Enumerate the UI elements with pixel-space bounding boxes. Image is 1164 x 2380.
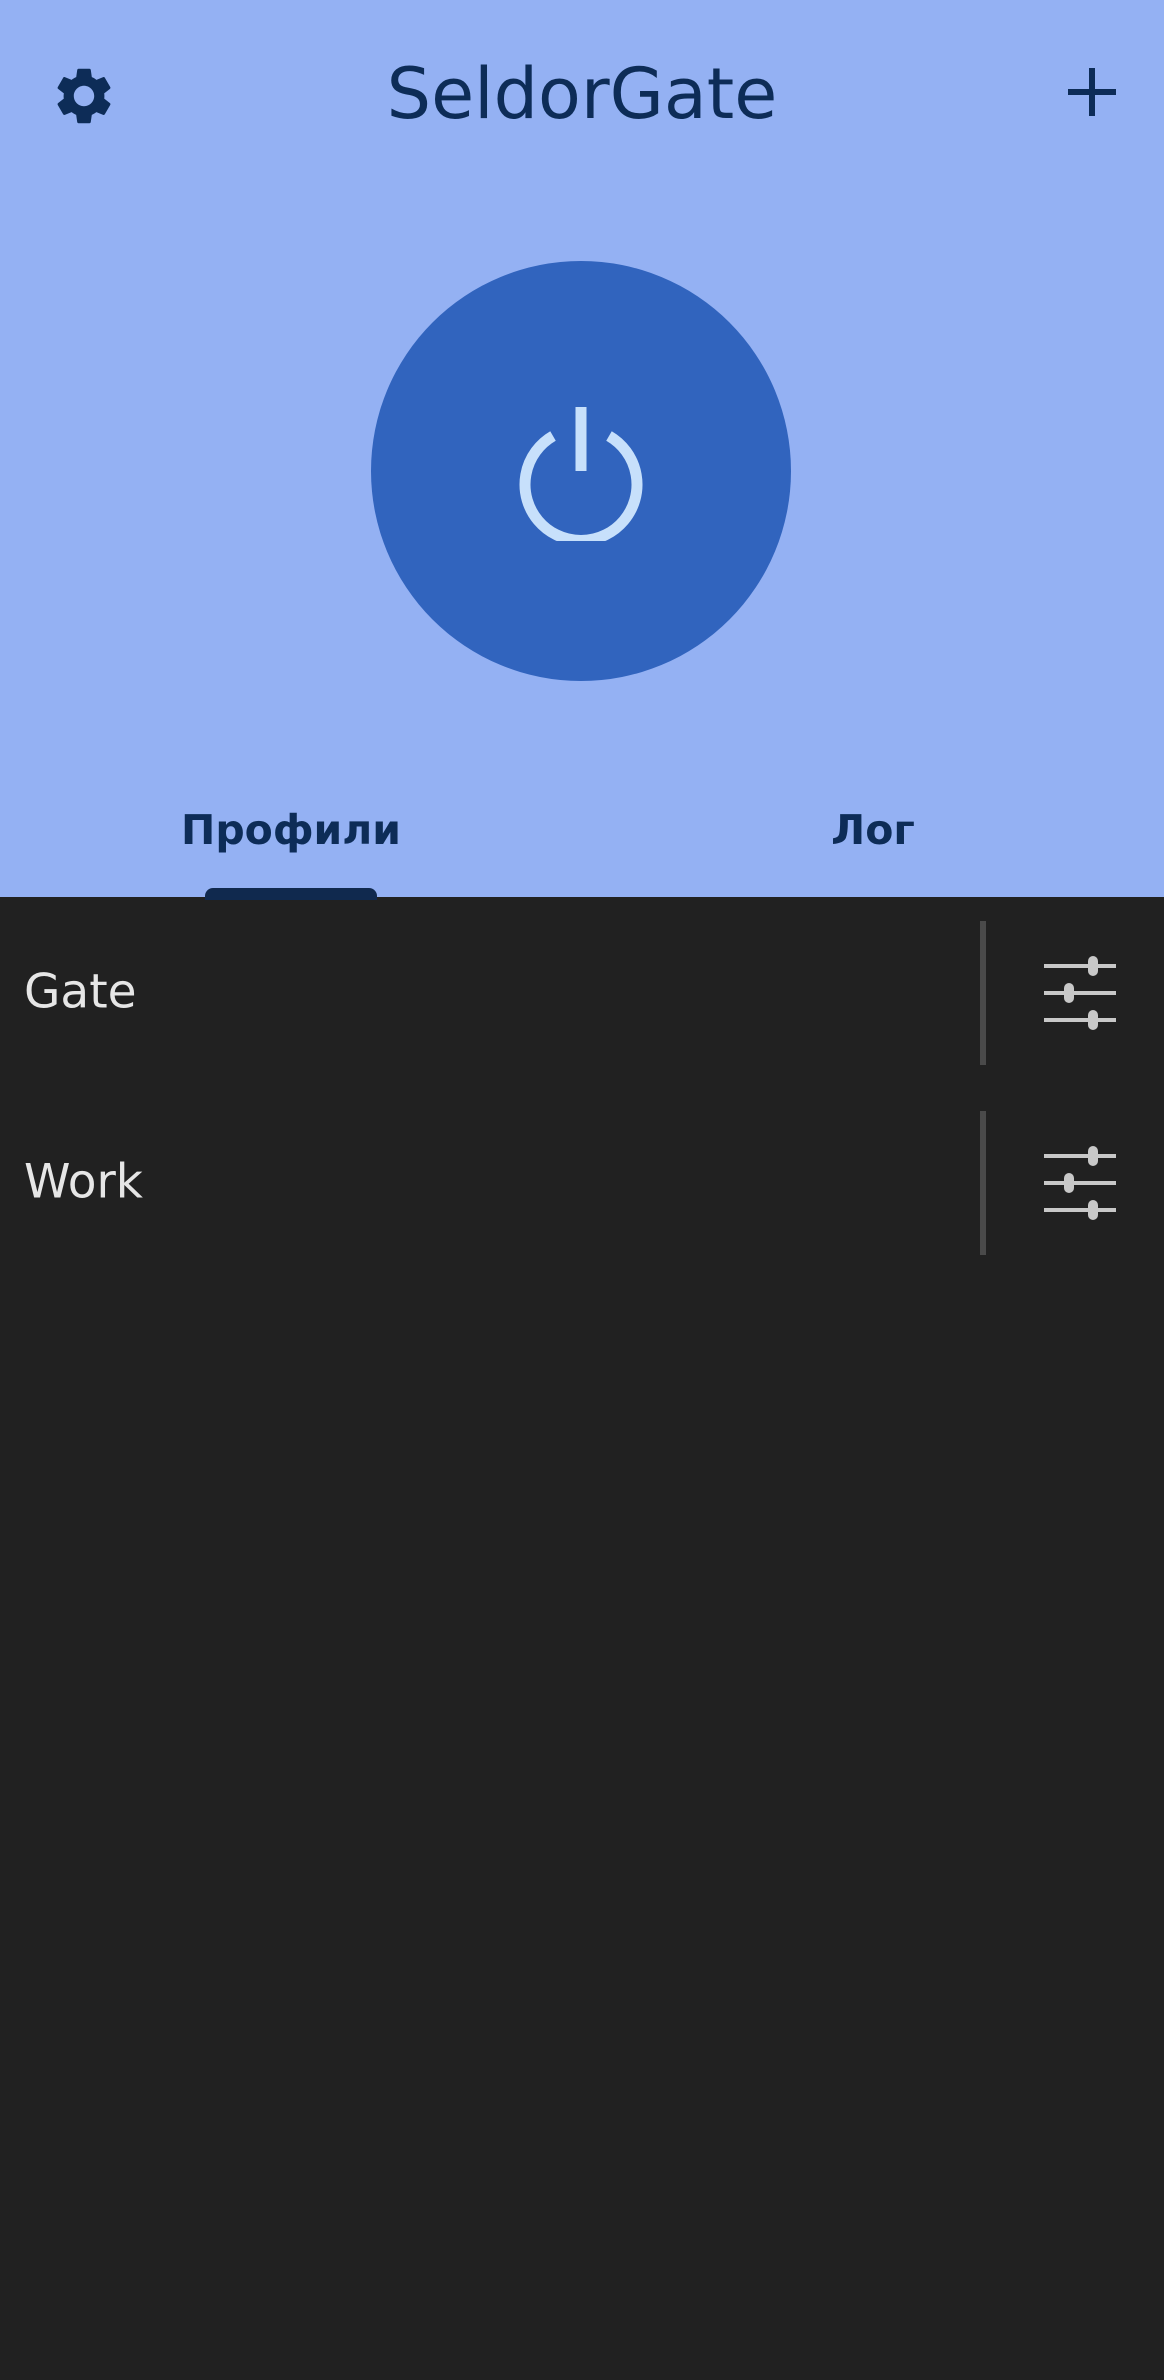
profile-name: Gate bbox=[24, 964, 137, 1020]
power-icon bbox=[519, 407, 643, 541]
row-divider bbox=[980, 1111, 986, 1255]
power-button[interactable] bbox=[371, 261, 791, 681]
profile-list: Gate Work bbox=[0, 897, 1164, 1277]
profile-row-gate[interactable]: Gate bbox=[0, 897, 1164, 1087]
app-title: SeldorGate bbox=[386, 53, 778, 135]
profile-row-work[interactable]: Work bbox=[0, 1087, 1164, 1277]
tab-profiles[interactable]: Профили bbox=[0, 780, 582, 880]
row-divider bbox=[980, 921, 986, 1065]
tune-icon bbox=[1044, 956, 1116, 1030]
add-profile-button[interactable] bbox=[1044, 44, 1140, 140]
profile-settings-button[interactable] bbox=[1028, 941, 1132, 1045]
tune-icon bbox=[1044, 1146, 1116, 1220]
tab-log[interactable]: Лог bbox=[582, 780, 1164, 880]
profile-name: Work bbox=[24, 1154, 144, 1210]
app-header: SeldorGate Профили Лог bbox=[0, 0, 1164, 900]
profile-settings-button[interactable] bbox=[1028, 1131, 1132, 1235]
plus-icon bbox=[1068, 68, 1116, 116]
